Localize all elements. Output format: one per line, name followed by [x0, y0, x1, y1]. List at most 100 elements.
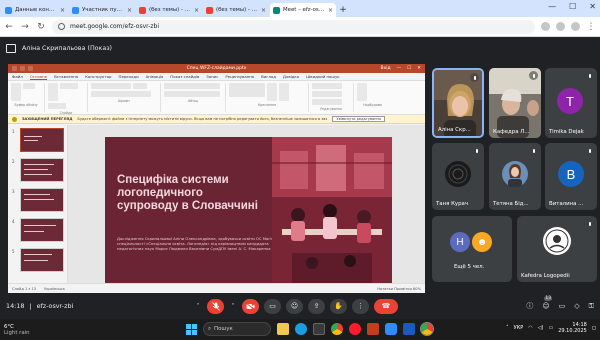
- more-options-button[interactable]: ⋮: [352, 298, 369, 314]
- close-tab-icon[interactable]: ×: [261, 7, 266, 14]
- save-icon[interactable]: [20, 66, 25, 71]
- mic-toggle-button[interactable]: [207, 298, 224, 314]
- reload-icon[interactable]: ↻: [36, 22, 46, 32]
- ribbon-search[interactable]: Швидкий пошук: [306, 74, 339, 79]
- paste-button[interactable]: [11, 83, 21, 101]
- close-tab-icon[interactable]: ×: [328, 7, 333, 14]
- weather-widget[interactable]: 6°C Light rain: [4, 324, 30, 336]
- url-field[interactable]: meet.google.com/efz-osvr-zbi: [52, 19, 535, 34]
- ppt-signin[interactable]: Вхід: [381, 66, 391, 71]
- ribbon-tab[interactable]: Запис: [206, 74, 218, 79]
- font-name-select[interactable]: [91, 83, 131, 89]
- browser-tab-active[interactable]: Meet – efz-osvr-zbi×: [270, 3, 336, 17]
- people-button[interactable]: ☺ 13: [542, 296, 553, 310]
- slide-thumbnail[interactable]: 3: [12, 188, 64, 212]
- ribbon-tab[interactable]: Рецензування: [225, 74, 254, 79]
- view-controls[interactable]: Нотатки Примітки 60%: [377, 287, 421, 291]
- ribbon-tab-active[interactable]: Основне: [29, 74, 48, 80]
- layout-button[interactable]: [60, 83, 78, 89]
- close-window-button[interactable]: ✕: [589, 2, 596, 11]
- language-indicator[interactable]: УКР: [514, 325, 524, 331]
- forward-arrow-icon[interactable]: →: [20, 22, 30, 32]
- ribbon-tab[interactable]: Конструктор: [85, 74, 111, 79]
- ribbon-tab[interactable]: Довідка: [283, 74, 299, 79]
- ribbon-tab[interactable]: Переходи: [119, 74, 139, 79]
- find-button[interactable]: [312, 83, 342, 89]
- current-slide[interactable]: Специфіка системи логопедичного супровод…: [105, 137, 392, 293]
- slide-thumbnail[interactable]: 4: [12, 218, 64, 242]
- new-tab-button[interactable]: +: [337, 3, 349, 17]
- powerpoint-icon[interactable]: [367, 323, 379, 335]
- ppt-minimize[interactable]: —: [397, 66, 402, 71]
- camera-toggle-button[interactable]: [242, 298, 259, 314]
- raise-hand-button[interactable]: ✋: [330, 298, 347, 314]
- browser-tab[interactable]: Участник публикации - Zoom×: [69, 3, 135, 17]
- participant-tile[interactable]: B Виталина ...: [545, 143, 597, 210]
- arrange-button[interactable]: [267, 83, 277, 101]
- participant-tile[interactable]: Тетяна Бід...: [489, 143, 541, 210]
- host-controls-icon[interactable]: ⚿: [589, 302, 594, 311]
- chrome-icon[interactable]: [331, 323, 343, 335]
- font-format-buttons[interactable]: [91, 91, 151, 97]
- windows-start-icon[interactable]: [186, 323, 197, 335]
- back-arrow-icon[interactable]: ←: [4, 22, 14, 32]
- align-buttons[interactable]: [164, 91, 220, 97]
- ribbon-tab[interactable]: Файл: [12, 74, 23, 79]
- extensions-icon[interactable]: [556, 22, 565, 31]
- battery-icon[interactable]: ▭: [548, 325, 553, 331]
- zoom-app-icon[interactable]: [385, 323, 397, 335]
- ribbon-tab[interactable]: Показ слайдів: [170, 74, 199, 79]
- more-participants-tile[interactable]: H ☻ Ещё 5 чел.: [432, 216, 512, 282]
- chevron-up-icon[interactable]: ˄: [229, 303, 237, 310]
- participant-tile[interactable]: Таня Курач: [432, 143, 484, 210]
- ribbon-tab[interactable]: Вставлення: [54, 74, 78, 79]
- taskbar-clock[interactable]: 14:18 29.10.2025: [558, 322, 587, 334]
- browser-tab[interactable]: (без темы) - kafedra.logo.spu×: [203, 3, 269, 17]
- word-icon[interactable]: [403, 323, 415, 335]
- enable-editing-button[interactable]: Увімкнути редагування: [332, 116, 386, 122]
- participant-tile[interactable]: Аліна Скр...: [432, 68, 484, 138]
- browser-tab[interactable]: (без темы) - kafedra.logo.spu×: [136, 3, 202, 17]
- ribbon-tab[interactable]: Анімація: [146, 74, 164, 79]
- volume-icon[interactable]: ◁): [538, 325, 544, 331]
- participant-tile[interactable]: Кафедра Л...: [489, 68, 541, 138]
- font-size-select[interactable]: [133, 83, 147, 89]
- slide-thumbnail[interactable]: 2: [12, 158, 64, 182]
- shapes-gallery[interactable]: [229, 83, 265, 97]
- slide-thumbnail[interactable]: 1: [12, 128, 64, 152]
- slide-thumbnail[interactable]: 5: [12, 248, 64, 272]
- addins-button[interactable]: [357, 83, 367, 101]
- replace-button[interactable]: [312, 91, 342, 97]
- file-explorer-icon[interactable]: [277, 323, 289, 335]
- profile-avatar[interactable]: [571, 22, 580, 31]
- tray-chevron-icon[interactable]: ˄: [506, 325, 509, 331]
- opera-icon[interactable]: [349, 323, 361, 335]
- participant-tile[interactable]: Kafedra Logopedii: [517, 216, 597, 282]
- quick-styles-button[interactable]: [279, 83, 289, 101]
- autosave-icon[interactable]: [12, 66, 17, 71]
- ppt-close[interactable]: ✕: [417, 66, 421, 71]
- ppt-maximize[interactable]: ☐: [407, 66, 411, 71]
- maximize-button[interactable]: ☐: [569, 2, 576, 11]
- minimize-button[interactable]: —: [548, 2, 556, 11]
- chevron-up-icon[interactable]: ˄: [194, 303, 202, 310]
- notifications-icon[interactable]: ◻: [592, 325, 596, 331]
- cut-button[interactable]: [23, 83, 35, 89]
- language-indicator[interactable]: Українська: [44, 287, 65, 291]
- list-buttons[interactable]: [164, 83, 220, 89]
- close-tab-icon[interactable]: ×: [194, 7, 199, 14]
- site-info-icon[interactable]: [58, 23, 65, 30]
- info-icon[interactable]: ⓘ: [526, 301, 533, 311]
- chrome-active-icon[interactable]: [420, 322, 434, 336]
- edge-icon[interactable]: [295, 323, 307, 335]
- undo-icon[interactable]: [28, 66, 33, 71]
- chat-icon[interactable]: ▭: [559, 302, 566, 310]
- leave-call-button[interactable]: ☎: [374, 298, 398, 314]
- wifi-icon[interactable]: ◠: [528, 325, 532, 331]
- section-button[interactable]: [48, 103, 66, 109]
- bookmark-icon[interactable]: [541, 22, 550, 31]
- new-slide-button[interactable]: [48, 83, 58, 101]
- captions-button[interactable]: ▭: [264, 298, 281, 314]
- menu-dots-icon[interactable]: ⋮: [586, 22, 596, 32]
- taskbar-search[interactable]: ⌕ Пошук: [203, 322, 271, 336]
